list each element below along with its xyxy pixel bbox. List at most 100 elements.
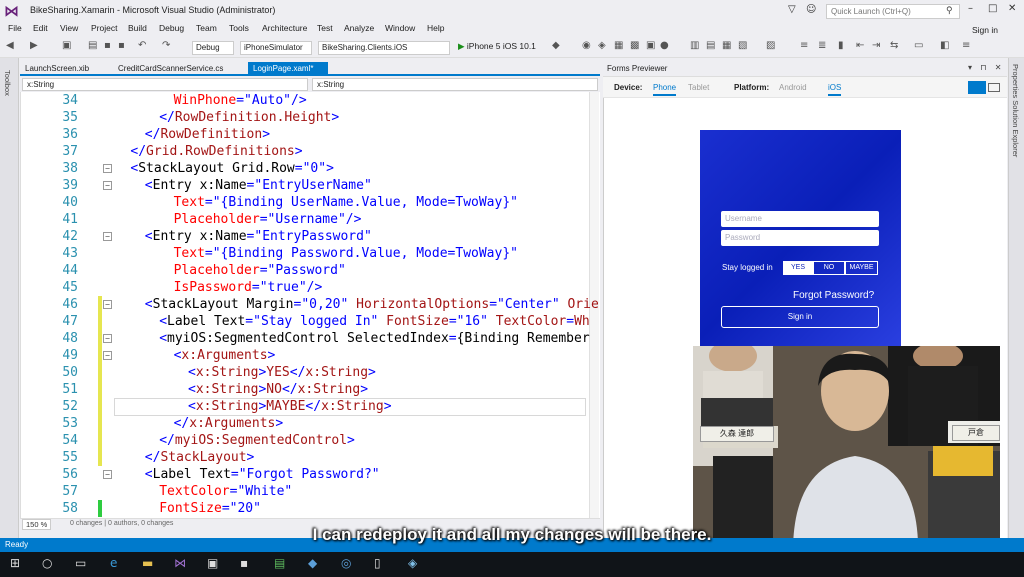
tab-creditcardscanner[interactable]: CreditCardScannerService.cs — [113, 62, 228, 76]
right-rail-label[interactable]: Properties Solution Explorer — [1011, 64, 1020, 157]
code-line[interactable]: 50 <x:String>YES</x:String> — [20, 364, 600, 381]
toolbar-tool-icon[interactable]: ≡ — [800, 40, 808, 51]
toolbar-tool-icon[interactable]: ▦ — [722, 40, 731, 51]
platform-ios[interactable]: iOS — [828, 83, 842, 96]
toolbar-tool-icon[interactable]: ▥ — [690, 40, 699, 51]
toolbar-tool-icon[interactable]: ● — [660, 40, 669, 51]
code-line[interactable]: 37 </Grid.RowDefinitions> — [20, 143, 600, 160]
code-line[interactable]: 53 </x:Arguments> — [20, 415, 600, 432]
fold-toggle-icon[interactable]: − — [103, 470, 112, 479]
maximize-icon[interactable]: □ — [988, 3, 997, 14]
code-line[interactable]: 45 IsPassword="true"/> — [20, 279, 600, 296]
code-line[interactable]: 40 Text="{Binding UserName.Value, Mode=Tw… — [20, 194, 600, 211]
menu-edit[interactable]: Edit — [33, 23, 48, 33]
menu-project[interactable]: Project — [91, 23, 117, 33]
taskbar-app-icon[interactable]: ▪ — [240, 556, 248, 570]
fold-toggle-icon[interactable]: − — [103, 181, 112, 190]
menu-help[interactable]: Help — [427, 23, 444, 33]
toolbar-tool-icon[interactable]: ◧ — [940, 40, 949, 51]
menu-architecture[interactable]: Architecture — [262, 23, 307, 33]
bookmark-icon[interactable]: ▮ — [838, 40, 844, 51]
feedback-icon[interactable]: ☺ — [806, 4, 816, 15]
startup-project-select[interactable]: BikeSharing.Clients.iOS — [318, 41, 450, 55]
menu-analyze[interactable]: Analyze — [344, 23, 374, 33]
filter-icon[interactable]: ▽ — [788, 4, 796, 15]
fold-toggle-icon[interactable]: − — [103, 164, 112, 173]
new-project-icon[interactable]: ▣ — [62, 40, 71, 51]
device-tablet[interactable]: Tablet — [688, 83, 709, 92]
menu-tools[interactable]: Tools — [229, 23, 249, 33]
menu-test[interactable]: Test — [317, 23, 333, 33]
configuration-select[interactable]: Debug — [192, 41, 234, 55]
username-field[interactable]: Username — [721, 211, 879, 227]
code-line[interactable]: 42 − <Entry x:Name="EntryPassword" — [20, 228, 600, 245]
code-line[interactable]: 39 − <Entry x:Name="EntryUserName" — [20, 177, 600, 194]
portrait-icon[interactable] — [968, 81, 986, 94]
start-icon[interactable]: ⊞ — [10, 556, 20, 570]
fold-toggle-icon[interactable]: − — [103, 351, 112, 360]
code-line[interactable]: 47 <Label Text="Stay logged In" FontSize=… — [20, 313, 600, 330]
code-line[interactable]: 41 Placeholder="Username"/> — [20, 211, 600, 228]
taskbar-app-icon[interactable]: ▯ — [374, 556, 381, 570]
taskbar-app-icon[interactable]: ▤ — [274, 556, 285, 570]
taskbar-app-icon[interactable]: ◆ — [308, 556, 317, 570]
fold-toggle-icon[interactable]: − — [103, 334, 112, 343]
fold-toggle-icon[interactable]: − — [103, 232, 112, 241]
toolbar-tool-icon[interactable]: ▨ — [766, 40, 775, 51]
toolbar-tool-icon[interactable]: ⇤ — [856, 40, 864, 51]
quick-launch-input[interactable]: Quick Launch (Ctrl+Q) — [826, 4, 960, 19]
landscape-icon[interactable] — [988, 83, 1000, 92]
toolbar-tool-icon[interactable]: ▩ — [630, 40, 639, 51]
toolbar-tool-icon[interactable]: ▣ — [646, 40, 655, 51]
code-line[interactable]: 38 − <StackLayout Grid.Row="0"> — [20, 160, 600, 177]
toolbar-tool-icon[interactable]: ◈ — [598, 40, 606, 51]
edge-icon[interactable]: e — [110, 556, 117, 570]
toolbox-rail[interactable] — [0, 58, 19, 538]
taskbar-app-icon[interactable]: ◎ — [341, 556, 351, 570]
code-line[interactable]: 36 </RowDefinition> — [20, 126, 600, 143]
menu-debug[interactable]: Debug — [159, 23, 184, 33]
sign-in-link[interactable]: Sign in — [972, 25, 998, 35]
toolbar-tool-icon[interactable]: ▦ — [614, 40, 623, 51]
navigation-bar-right[interactable]: x:String — [312, 78, 598, 91]
toolbar-tool-icon[interactable]: ▭ — [914, 40, 923, 51]
toolbar-tool-icon[interactable]: ▧ — [738, 40, 747, 51]
device-phone[interactable]: Phone — [653, 83, 677, 96]
visual-studio-icon[interactable]: ⋈ — [174, 556, 186, 570]
taskbar-app-icon[interactable]: ▣ — [207, 556, 218, 570]
code-line[interactable]: 43 Text="{Binding Password.Value, Mode=Tw… — [20, 245, 600, 262]
code-line[interactable]: 58 FontSize="20" — [20, 500, 600, 517]
tab-loginpage[interactable]: LoginPage.xaml* — [248, 62, 328, 76]
code-line[interactable]: 55 </StackLayout> — [20, 449, 600, 466]
task-view-icon[interactable]: ▭ — [75, 556, 86, 570]
platform-select[interactable]: iPhoneSimulator — [240, 41, 312, 55]
segment-yes[interactable]: YES — [783, 261, 813, 275]
code-line[interactable]: 46 − <StackLayout Margin="0,20" Horizontal… — [20, 296, 600, 313]
navigation-bar-left[interactable]: x:String — [22, 78, 308, 91]
close-icon[interactable]: ✕ — [1008, 3, 1016, 14]
segment-no[interactable]: NO — [813, 261, 845, 275]
save-all-icon[interactable]: ▪ — [118, 40, 125, 51]
toolbox-label[interactable]: Toolbox — [3, 70, 12, 96]
toolbar-tool-icon[interactable]: ⇥ — [872, 40, 880, 51]
code-line[interactable]: 52 <x:String>MAYBE</x:String> — [20, 398, 600, 415]
code-line[interactable]: 35 </RowDefinition.Height> — [20, 109, 600, 126]
minimize-icon[interactable]: – — [968, 3, 973, 14]
password-field[interactable]: Password — [721, 230, 879, 246]
code-line[interactable]: 54 </myiOS:SegmentedControl> — [20, 432, 600, 449]
run-button[interactable]: ▶ iPhone 5 iOS 10.1 — [458, 41, 536, 52]
toolbar-tool-icon[interactable]: ◉ — [582, 40, 591, 51]
fold-toggle-icon[interactable]: − — [103, 300, 112, 309]
file-explorer-icon[interactable]: ▬ — [142, 556, 153, 570]
toolbar-tool-icon[interactable]: ≣ — [818, 40, 826, 51]
menu-build[interactable]: Build — [128, 23, 147, 33]
toolbar-tool-icon[interactable]: ▤ — [706, 40, 715, 51]
search-icon[interactable]: ○ — [42, 556, 52, 570]
sign-in-button[interactable]: Sign in — [721, 306, 879, 328]
menu-team[interactable]: Team — [196, 23, 217, 33]
redo-icon[interactable]: ↷ — [162, 40, 170, 51]
toolbar-tool-icon[interactable]: ⇆ — [890, 40, 898, 51]
open-icon[interactable]: ▤ — [88, 40, 97, 51]
search-icon[interactable]: ⚲ — [946, 5, 953, 16]
toolbar-tool-icon[interactable]: ≡ — [962, 40, 970, 51]
